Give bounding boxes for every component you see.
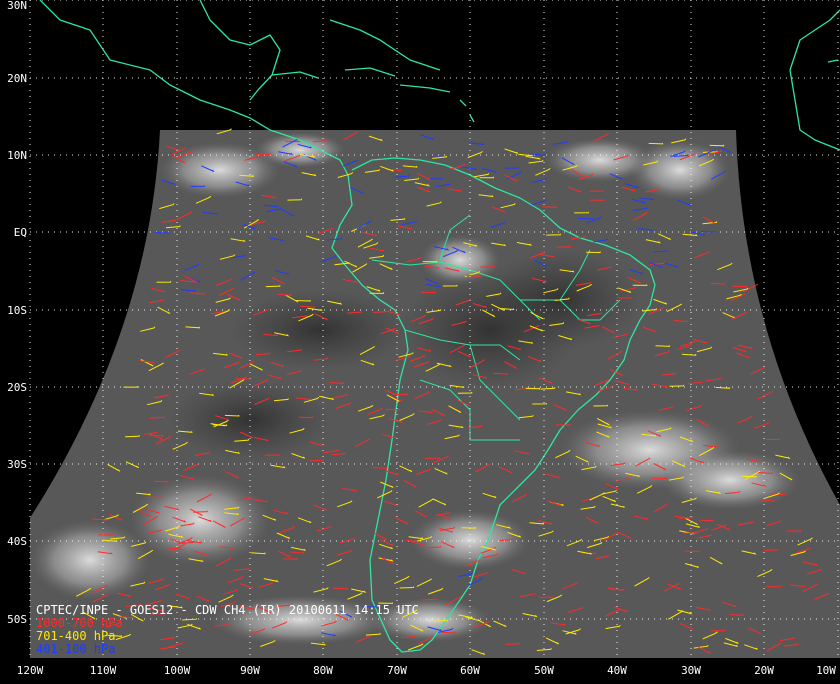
- latitude-label: 10N: [7, 149, 27, 162]
- latitude-label: EQ: [14, 226, 27, 239]
- coast-caribbean-islands: [344, 67, 475, 123]
- latitude-label: 30N: [7, 0, 27, 12]
- longitude-label: 60W: [460, 664, 480, 677]
- latitude-label: 50S: [7, 613, 27, 626]
- longitude-label: 100W: [164, 664, 191, 677]
- latitude-label: 10S: [7, 304, 27, 317]
- longitude-label: 50W: [534, 664, 554, 677]
- longitude-label: 120W: [17, 664, 44, 677]
- longitude-label: 20W: [754, 664, 774, 677]
- latitude-label: 20S: [7, 381, 27, 394]
- latitude-labels: 30N 20N 10N EQ 10S 20S 30S 40S 50S: [7, 0, 27, 626]
- longitude-label: 70W: [387, 664, 407, 677]
- latitude-label: 20N: [7, 72, 27, 85]
- map-canvas: 30N 20N 10N EQ 10S 20S 30S 40S 50S 120W 110W 100W 9…: [7, 0, 840, 677]
- coast-africa: [789, 9, 840, 151]
- satellite-footprint: [30, 130, 840, 658]
- longitude-label: 40W: [607, 664, 627, 677]
- longitude-labels: 120W 110W 100W 90W 80W 70W 60W 50W 40W 30W 20W 10W: [17, 664, 837, 677]
- longitude-label: 10W: [816, 664, 836, 677]
- coast-island: [827, 59, 839, 63]
- legend-high-level: 401-100 hPa: [36, 642, 116, 656]
- longitude-label: 80W: [313, 664, 333, 677]
- latitude-label: 40S: [7, 535, 27, 548]
- longitude-label: 110W: [90, 664, 117, 677]
- latitude-label: 30S: [7, 458, 27, 471]
- longitude-label: 30W: [681, 664, 701, 677]
- satellite-wind-map: 30N 20N 10N EQ 10S 20S 30S 40S 50S 120W 110W 100W 9…: [0, 0, 840, 680]
- longitude-label: 90W: [240, 664, 260, 677]
